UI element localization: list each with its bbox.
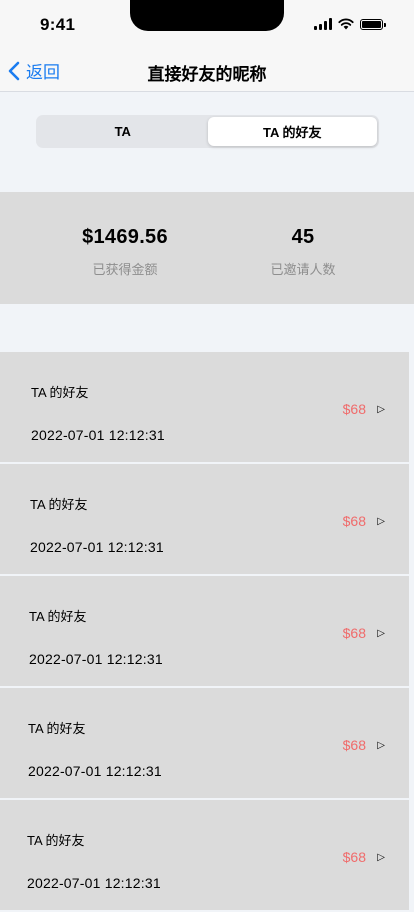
friend-amount: $68 [342, 513, 366, 529]
earned-label: 已获得金额 [92, 262, 158, 277]
tab-ta-friends[interactable]: TA 的好友 [207, 117, 377, 146]
play-triangle-icon: ▷ [377, 852, 385, 863]
wifi-icon [338, 18, 354, 30]
cellular-signal-icon [314, 18, 332, 30]
status-time: 9:41 [40, 15, 76, 34]
status-bar: 9:41 [0, 0, 414, 48]
play-triangle-icon: ▷ [377, 740, 385, 751]
device-notch [130, 0, 284, 31]
list-item[interactable]: TA 的好友 2022-07-01 12:12:31 $68 ▷ [0, 576, 409, 686]
page-title: 直接好友的昵称 [147, 65, 267, 84]
friend-date: 2022-07-01 12:12:31 [29, 651, 163, 667]
play-triangle-icon: ▷ [377, 404, 385, 415]
earnings-summary: $1469.56 已获得金额 45 已邀请人数 [0, 192, 414, 304]
friend-list: TA 的好友 2022-07-01 12:12:31 $68 ▷ TA 的好友 … [0, 352, 409, 912]
friend-name: TA 的好友 [28, 721, 86, 736]
segmented-control: TA TA 的好友 [36, 115, 379, 148]
play-triangle-icon: ▷ [377, 628, 385, 639]
list-item[interactable]: TA 的好友 2022-07-01 12:12:31 $68 ▷ [0, 464, 409, 574]
list-item[interactable]: TA 的好友 2022-07-01 12:12:31 $68 ▷ [0, 688, 409, 798]
friend-name: TA 的好友 [29, 609, 87, 624]
tab-ta[interactable]: TA [38, 117, 208, 146]
friend-name: TA 的好友 [31, 385, 89, 400]
status-icons [314, 17, 386, 31]
play-triangle-icon: ▷ [377, 516, 385, 527]
invited-label: 已邀请人数 [270, 262, 336, 277]
battery-icon [360, 18, 386, 30]
earned-amount: $1469.56 [82, 226, 168, 248]
list-item[interactable]: TA 的好友 2022-07-01 12:12:31 $68 ▷ [0, 800, 409, 910]
friend-name: TA 的好友 [27, 833, 85, 848]
navigation-bar: 返回 直接好友的昵称 [0, 48, 414, 92]
friend-amount: $68 [342, 849, 366, 865]
invited-stat: 45 已邀请人数 [253, 226, 353, 278]
friend-amount: $68 [342, 401, 366, 417]
list-item[interactable]: TA 的好友 2022-07-01 12:12:31 $68 ▷ [0, 352, 409, 462]
friend-date: 2022-07-01 12:12:31 [31, 427, 165, 443]
earned-stat: $1469.56 已获得金额 [80, 226, 170, 278]
invited-count: 45 [291, 226, 315, 248]
friend-date: 2022-07-01 12:12:31 [27, 875, 161, 891]
friend-date: 2022-07-01 12:12:31 [28, 763, 162, 779]
friend-date: 2022-07-01 12:12:31 [30, 539, 164, 555]
friend-name: TA 的好友 [30, 497, 88, 512]
friend-amount: $68 [342, 625, 366, 641]
friend-amount: $68 [342, 737, 366, 753]
